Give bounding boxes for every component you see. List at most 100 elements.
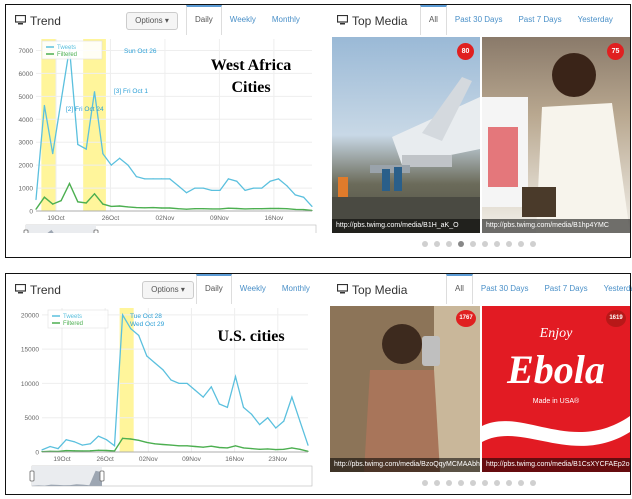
filtered-point xyxy=(138,439,140,441)
tab-yesterday[interactable]: Yesterday xyxy=(570,5,621,35)
carousel-dot[interactable] xyxy=(494,480,500,486)
carousel-dot[interactable] xyxy=(506,241,512,247)
tab-past-7-days[interactable]: Past 7 Days xyxy=(536,274,595,304)
media-photo-airplane[interactable]: 80 http://pbs.twimg.com/media/B1H_aK_O xyxy=(332,37,480,233)
carousel-dot[interactable] xyxy=(530,241,536,247)
highlight-band xyxy=(83,39,106,211)
tab-weekly[interactable]: Weekly xyxy=(232,274,274,304)
carousel-dot[interactable] xyxy=(518,241,524,247)
filtered-point xyxy=(236,207,238,210)
carousel-dot[interactable] xyxy=(434,480,440,486)
tweets-point xyxy=(152,178,154,180)
selfie-picture xyxy=(330,306,480,472)
monitor-icon xyxy=(15,15,26,25)
y-tick-label: 4000 xyxy=(19,117,34,124)
tweets-point xyxy=(185,192,188,194)
x-tick-label: 09Nov xyxy=(182,456,202,463)
tweets-point xyxy=(93,91,96,93)
filtered-point xyxy=(130,438,132,440)
score-badge: 75 xyxy=(607,43,624,60)
filtered-point xyxy=(202,446,204,448)
y-tick-label: 3000 xyxy=(19,140,34,147)
tweets-point xyxy=(277,178,280,180)
carousel-dot[interactable] xyxy=(470,480,476,486)
carousel-dot[interactable] xyxy=(482,480,488,486)
carousel-dot[interactable] xyxy=(530,480,536,486)
filtered-point xyxy=(299,448,301,450)
trend-title: Trend xyxy=(30,283,61,297)
trend-title: Trend xyxy=(30,14,61,28)
tweets-point xyxy=(226,406,228,409)
filtered-point xyxy=(275,449,277,451)
options-button[interactable]: Options ▾ xyxy=(142,281,194,299)
carousel-dot[interactable] xyxy=(518,480,524,486)
carousel-dot[interactable] xyxy=(446,480,452,486)
filtered-point xyxy=(85,202,87,204)
filtered-point xyxy=(303,209,305,211)
filtered-point xyxy=(170,444,172,446)
tweets-point xyxy=(178,382,180,385)
media-url[interactable]: http://pbs.twimg.com/media/B1hp4YMC xyxy=(482,219,630,233)
region-label: U.S. cities xyxy=(196,326,306,348)
filtered-point xyxy=(169,207,171,209)
range-scroller-selection xyxy=(26,225,96,233)
tab-all[interactable]: All xyxy=(420,5,447,35)
filtered-point xyxy=(97,449,100,451)
tweets-point xyxy=(250,413,253,415)
tab-weekly[interactable]: Weekly xyxy=(222,5,264,35)
carousel-dot[interactable] xyxy=(506,480,512,486)
media-photo-ebola-sign[interactable]: Enjoy Ebola Made in USA® 1619 http://pbs… xyxy=(482,306,630,472)
y-tick-label: 20000 xyxy=(21,312,39,319)
media-url[interactable]: http://pbs.twimg.com/media/BzoQqyMCMAAbh xyxy=(330,458,480,472)
sign-made-in-usa-text: Made in USA® xyxy=(532,398,580,405)
tweets-point xyxy=(52,153,54,155)
media-header: Top Media All Past 30 Days Past 7 Days Y… xyxy=(328,5,630,35)
filtered-point xyxy=(269,207,271,210)
tab-monthly[interactable]: Monthly xyxy=(264,5,308,35)
peak-annotation: Wed Oct 29 xyxy=(130,321,165,328)
filtered-point xyxy=(93,193,96,195)
us-cities-panel: Trend Options ▾ Daily Weekly Monthly 0 50… xyxy=(5,273,632,495)
tab-all[interactable]: All xyxy=(446,274,473,304)
carousel-dot[interactable] xyxy=(482,241,488,247)
filtered-point xyxy=(219,208,221,210)
filtered-point xyxy=(286,208,288,210)
filtered-point xyxy=(211,208,213,210)
media-url[interactable]: http://pbs.twimg.com/media/B1CsXYCFAEp2o xyxy=(482,458,630,472)
tab-daily[interactable]: Daily xyxy=(196,274,232,304)
filtered-point xyxy=(259,448,261,450)
tab-yesterday[interactable]: Yesterday xyxy=(596,274,632,304)
media-photo-health-worker[interactable]: 75 http://pbs.twimg.com/media/B1hp4YMC xyxy=(482,37,630,233)
filtered-point xyxy=(60,200,62,202)
tab-past-7-days[interactable]: Past 7 Days xyxy=(510,5,569,35)
carousel-dot[interactable] xyxy=(422,480,428,486)
media-photo-selfie[interactable]: 1767 http://pbs.twimg.com/media/BzoQqyMC… xyxy=(330,306,480,472)
filtered-point xyxy=(194,208,196,210)
tweets-point xyxy=(113,445,116,447)
carousel-dot[interactable] xyxy=(446,241,452,247)
y-tick-label: 0 xyxy=(29,209,33,216)
tab-past-30-days[interactable]: Past 30 Days xyxy=(473,274,537,304)
filtered-point xyxy=(122,437,124,439)
tab-monthly[interactable]: Monthly xyxy=(274,274,318,304)
carousel-dot[interactable] xyxy=(422,241,428,247)
tweets-point xyxy=(89,443,91,445)
tab-past-30-days[interactable]: Past 30 Days xyxy=(447,5,511,35)
carousel-dot[interactable] xyxy=(470,241,476,247)
tweets-point xyxy=(49,445,51,448)
media-url[interactable]: http://pbs.twimg.com/media/B1H_aK_O xyxy=(332,219,480,233)
carousel-dot[interactable] xyxy=(434,241,440,247)
trend-header: Trend Options ▾ Daily Weekly Monthly xyxy=(6,274,322,304)
peak-annotation: Sun Oct 26 xyxy=(124,48,157,55)
filtered-point xyxy=(283,448,285,450)
carousel-dot-active[interactable] xyxy=(458,241,464,247)
tweets-point xyxy=(77,143,79,146)
carousel-dot[interactable] xyxy=(494,241,500,247)
carousel-dot[interactable] xyxy=(458,480,464,486)
tweets-point xyxy=(35,198,37,201)
tab-daily[interactable]: Daily xyxy=(186,5,222,35)
trend-header: Trend Options ▾ Daily Weekly Monthly xyxy=(6,5,322,35)
options-button[interactable]: Options ▾ xyxy=(126,12,178,30)
tweets-point xyxy=(227,178,229,180)
tweets-point xyxy=(202,187,204,189)
